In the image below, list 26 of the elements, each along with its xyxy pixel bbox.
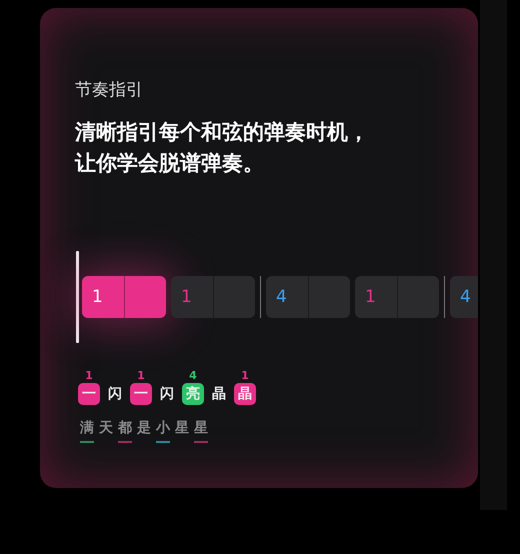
lyric-char: 晶 [211,385,227,404]
lyric-char: 星 [175,419,189,437]
chord-number: 4 [276,287,287,307]
chord-number: 4 [189,369,197,383]
chord-number: 1 [365,287,376,307]
section-label: 节奏指引 [75,79,144,101]
lyric-char: 都 [118,419,132,437]
chord-number: 1 [181,287,192,307]
lyric-char: 一 [130,383,152,405]
lyric-char: 星 [194,419,208,437]
chord-number: 1 [92,287,103,307]
lyric-char: 亮 [182,383,204,405]
lyric-char: 是 [137,419,151,437]
lyric-char: 闪 [159,385,175,404]
lyric-char: 小 [156,419,170,437]
chord-number: 1 [137,369,145,383]
lyric-char: 天 [99,419,113,437]
headline-text: 让你学会脱谱弹奏。 [75,150,265,177]
lyric-char: 一 [78,383,100,405]
lyric-char: 晶 [234,383,256,405]
lyric-char: 满 [80,419,94,437]
chord-number: 1 [241,369,249,383]
lyric-char: 闪 [107,385,123,404]
chord-number: 1 [85,369,93,383]
chord-number: 4 [460,287,471,307]
headline-text: 清晰指引每个和弦的弹奏时机， [75,119,370,146]
